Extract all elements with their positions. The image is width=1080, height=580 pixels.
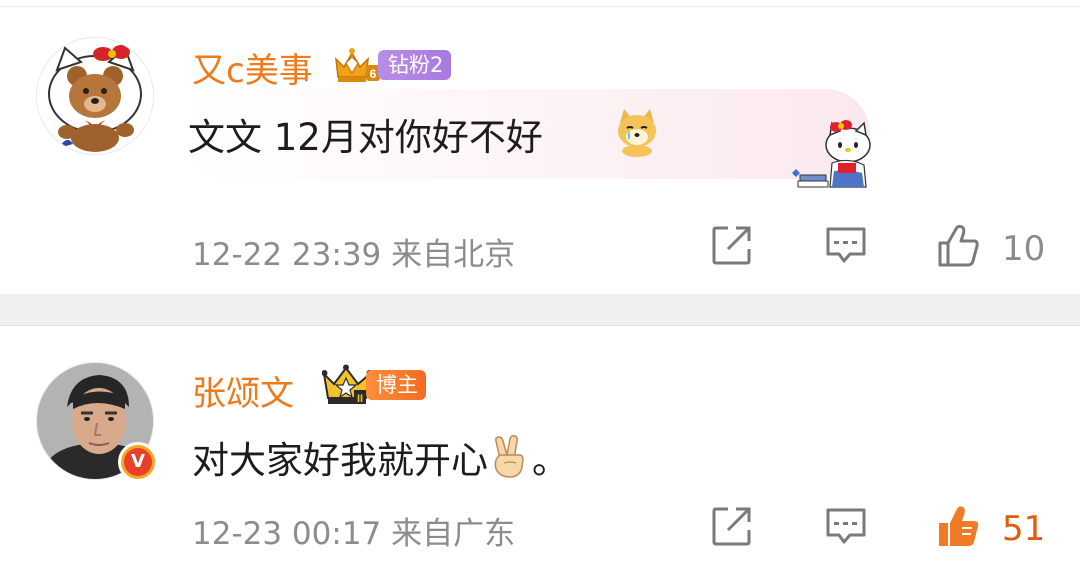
avatar[interactable] bbox=[36, 37, 154, 155]
comment-divider bbox=[0, 294, 1080, 326]
timestamp: 12-23 00:17 bbox=[192, 516, 382, 552]
username[interactable]: 张颂文 bbox=[192, 366, 294, 415]
like-count: 51 bbox=[1002, 509, 1046, 549]
timestamp: 12-22 23:39 bbox=[192, 237, 382, 273]
comment-item: V 张颂文 II 博主 对大家好我就开心 。 12-23 00:17 来自广东 bbox=[0, 326, 1080, 580]
badge-label: 博主 bbox=[366, 370, 426, 400]
reply-comment-icon[interactable] bbox=[824, 504, 868, 548]
location: 来自北京 bbox=[391, 237, 516, 273]
username[interactable]: 又c美事 bbox=[192, 43, 313, 92]
timestamp-location: 12-22 23:39 来自北京 bbox=[192, 229, 515, 274]
comment-item: 又c美事 6 钻粉2 文文 12月对你好不好 12-22 23:39 来自北京 … bbox=[0, 7, 1080, 294]
like-thumbs-up-icon[interactable] bbox=[936, 223, 980, 267]
comment-text-body: 文文 12月对你好不好 bbox=[188, 116, 543, 159]
svg-text:6: 6 bbox=[370, 67, 377, 81]
share-icon[interactable] bbox=[710, 504, 754, 548]
comment-text-suffix: 。 bbox=[532, 439, 569, 482]
victory-hand-emoji-icon bbox=[494, 435, 524, 478]
badge-label: 钻粉2 bbox=[378, 50, 452, 80]
diamond-fan-crown-icon: 6 bbox=[335, 48, 380, 82]
share-icon[interactable] bbox=[710, 223, 754, 267]
timestamp-location: 12-23 00:17 来自广东 bbox=[192, 508, 515, 553]
like-count: 10 bbox=[1002, 229, 1046, 269]
verified-badge: V bbox=[118, 442, 158, 482]
verified-v-icon: V bbox=[124, 448, 152, 476]
location: 来自广东 bbox=[391, 516, 516, 552]
svg-text:II: II bbox=[357, 393, 363, 405]
teddy-bear-avatar-icon bbox=[37, 38, 153, 154]
crying-dog-emoji-icon bbox=[618, 109, 656, 157]
like-thumbs-up-icon-active[interactable] bbox=[936, 504, 980, 548]
comment-text: 对大家好我就开心 。 bbox=[192, 430, 569, 484]
comment-text: 文文 12月对你好不好 bbox=[188, 107, 543, 161]
reply-comment-icon[interactable] bbox=[824, 223, 868, 267]
hello-kitty-decoration-icon bbox=[792, 120, 871, 188]
crown-level-icon: II bbox=[322, 364, 372, 405]
comment-text-body: 对大家好我就开心 bbox=[192, 439, 488, 482]
